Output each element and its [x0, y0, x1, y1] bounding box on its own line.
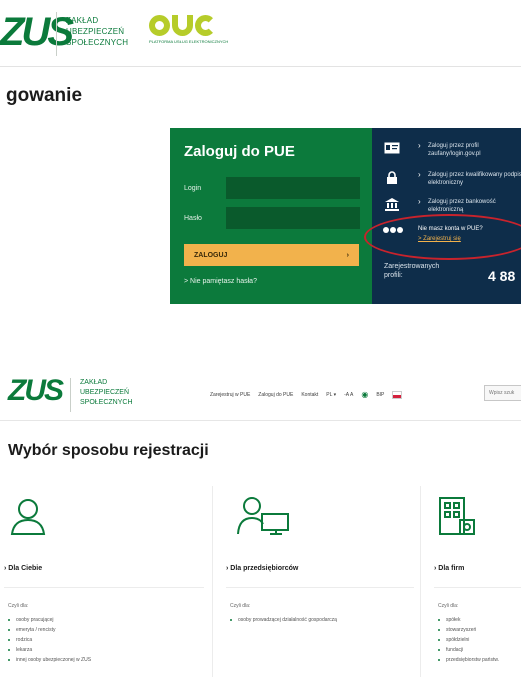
logo-divider — [70, 378, 71, 412]
login-panel: Zaloguj do PUE Login Hasło ZALOGUJ › > N… — [170, 128, 372, 304]
zus-full-name: ZAKŁAD UBEZPIECZEŃ SPOŁECZNYCH — [66, 15, 128, 48]
chevron-right-icon: › — [418, 141, 421, 150]
zus-name-line: UBEZPIECZEŃ — [66, 27, 125, 36]
list-item: stowarzyszeń — [438, 627, 521, 633]
pue-logo-mark — [149, 15, 239, 36]
login-bank-link[interactable]: Zaloguj przez bankowość elektroniczną — [428, 198, 521, 214]
zus-name-line: SPOŁECZNYCH — [80, 399, 133, 406]
list-item: osoby pracującej — [8, 617, 198, 623]
column-heading-entrepreneurs[interactable]: › Dla przedsiębiorców — [226, 565, 298, 572]
top-nav: Zarejestruj w PUE Zaloguj do PUE Kontakt… — [210, 390, 403, 399]
pue-subtitle: PLATFORMA USŁUG ELEKTRONICZNYCH — [149, 39, 229, 44]
list-item: spółdzielni — [438, 637, 521, 643]
nav-contact-link[interactable]: Kontakt — [301, 392, 318, 398]
id-card-icon — [384, 142, 400, 156]
zus-name-line: ZAKŁAD — [80, 379, 108, 386]
list-item: rodzica — [8, 637, 198, 643]
list-item: innej osoby ubezpieczonej w ZUS — [8, 657, 198, 663]
list-item: emeryta / rencisty — [8, 627, 198, 633]
zus-full-name: ZAKŁAD UBEZPIECZEŃ SPOŁECZNYCH — [80, 378, 133, 408]
column-rule — [226, 587, 414, 588]
zus-logo[interactable]: ZUS — [8, 374, 64, 408]
password-input[interactable] — [226, 207, 360, 229]
login-button[interactable]: ZALOGUJ › — [184, 244, 359, 266]
login-button-label: ZALOGUJ — [194, 251, 228, 259]
pue-ring-icon — [195, 15, 216, 36]
header-divider — [0, 66, 521, 67]
zus-name-line: UBEZPIECZEŃ — [80, 389, 130, 396]
nav-tools: PL ▾ -A A ◉ BIP — [326, 390, 403, 399]
column-subheading: Czyli dla: — [8, 603, 29, 609]
page-title: gowanie — [6, 85, 83, 106]
bank-icon — [384, 198, 400, 212]
language-select[interactable]: PL ▾ — [326, 392, 336, 398]
registered-profiles-label: Zarejestrowanych profili: — [384, 263, 440, 279]
search-input[interactable] — [484, 385, 521, 401]
contrast-icon[interactable]: ◉ — [361, 390, 368, 399]
column-rule — [434, 587, 521, 588]
header-divider — [0, 420, 521, 421]
list-item: osoby prowadzącej działalność gospodarcz… — [230, 617, 410, 623]
column-rule — [4, 587, 204, 588]
list-item: fundacji — [438, 647, 521, 653]
nav-register-link[interactable]: Zarejestruj w PUE — [210, 392, 250, 398]
pue-logo[interactable]: PLATFORMA USŁUG ELEKTRONICZNYCH — [149, 15, 239, 55]
password-label: Hasło — [184, 215, 202, 222]
column-divider — [212, 486, 213, 677]
highlight-oval — [364, 214, 521, 260]
logo-divider — [56, 12, 57, 56]
pue-ring-icon — [149, 15, 170, 36]
forgot-password-link[interactable]: > Nie pamiętasz hasła? — [184, 278, 257, 285]
zus-logo[interactable]: ZUS — [0, 10, 74, 54]
column-heading-individual[interactable]: › Dla Ciebie — [4, 565, 42, 572]
login-label: Login — [184, 185, 202, 192]
column-list: spółek stowarzyszeń spółdzielni fundacji… — [438, 617, 521, 667]
building-icon — [436, 496, 476, 536]
lock-icon — [384, 171, 400, 185]
list-item: przedsiębiorstw państw. — [438, 657, 521, 663]
registration-title: Wybór sposobu rejestracji — [8, 442, 209, 459]
column-subheading: Czyli dla: — [438, 603, 459, 609]
flag-icon[interactable] — [392, 390, 403, 399]
registered-profiles-count: 4 88 — [488, 268, 516, 284]
bip-link[interactable]: BIP — [376, 392, 384, 398]
font-size-toggle[interactable]: -A A — [344, 392, 353, 398]
zus-name-line: ZAKŁAD — [66, 16, 99, 25]
list-item: spółek — [438, 617, 521, 623]
chevron-right-icon: › — [346, 251, 349, 259]
pue-ring-icon — [172, 15, 193, 36]
column-list: osoby pracującej emeryta / rencisty rodz… — [8, 617, 198, 667]
column-heading-companies[interactable]: › Dla firm — [434, 565, 464, 572]
login-qualified-signature-link[interactable]: Zaloguj przez kwalifikowany podpis elekt… — [428, 171, 521, 187]
login-profil-zaufany-link[interactable]: Zaloguj przez profil zaufany/login.gov.p… — [428, 142, 521, 158]
column-subheading: Czyli dla: — [230, 603, 251, 609]
list-item: lekarza — [8, 647, 198, 653]
person-icon — [10, 496, 50, 536]
login-title: Zaloguj do PUE — [184, 143, 295, 160]
entrepreneur-icon — [236, 496, 292, 536]
column-list: osoby prowadzącej działalność gospodarcz… — [230, 617, 410, 627]
chevron-right-icon: › — [418, 170, 421, 179]
zus-name-line: SPOŁECZNYCH — [66, 38, 129, 47]
nav-login-link[interactable]: Zaloguj do PUE — [258, 392, 293, 398]
column-divider — [420, 486, 421, 677]
login-input[interactable] — [226, 177, 360, 199]
chevron-right-icon: › — [418, 197, 421, 206]
